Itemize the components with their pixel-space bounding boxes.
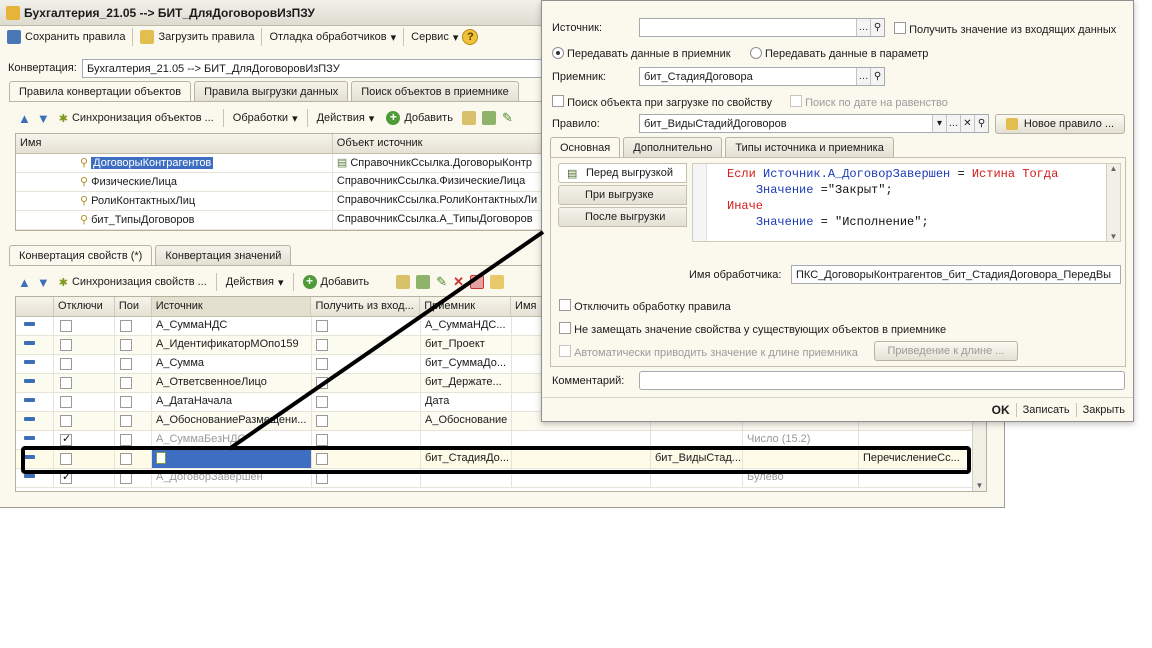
annotation-overlay (21, 230, 971, 474)
annotation-arrow-line (227, 230, 545, 451)
annotation-highlight-box (21, 446, 971, 474)
